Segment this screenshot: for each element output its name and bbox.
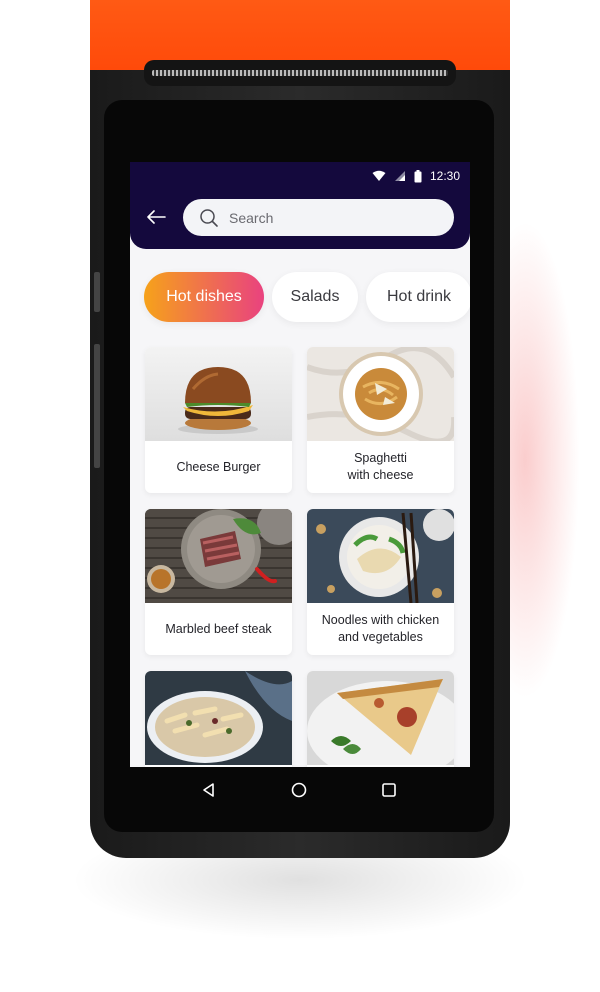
dish-card-beef-steak[interactable]: Marbled beef steak [145, 509, 292, 655]
side-button-top[interactable] [94, 272, 100, 312]
printer-slot [144, 60, 456, 86]
back-button[interactable] [144, 207, 168, 231]
nav-home-button[interactable] [289, 782, 309, 802]
dish-name: Marbled beef steak [165, 621, 272, 636]
dish-image-steak [145, 509, 292, 603]
tab-hot-drink[interactable]: Hot drink [366, 272, 470, 322]
dish-image-pasta [145, 671, 292, 765]
tab-hot-dishes[interactable]: Hot dishes [144, 272, 264, 322]
nav-recents-button[interactable] [379, 782, 399, 802]
dish-image-pizza [307, 671, 454, 765]
dish-name: Noodles with chicken and vegetables [321, 613, 440, 644]
dish-card-cheese-burger[interactable]: Cheese Burger [145, 347, 292, 493]
triangle-back-icon [201, 782, 217, 803]
side-button-volume[interactable] [94, 344, 100, 468]
arrow-left-icon [146, 209, 166, 229]
square-recents-icon [381, 782, 397, 803]
system-nav-bar [104, 767, 494, 817]
dish-card-noodles[interactable]: Noodles with chicken and vegetables [307, 509, 454, 655]
search-icon [199, 208, 219, 228]
battery-icon [414, 169, 422, 183]
dish-name: Cheese Burger [176, 459, 261, 474]
circle-home-icon [291, 782, 307, 803]
dish-card-pizza[interactable] [307, 671, 454, 767]
app-header: 12:30 [130, 162, 470, 249]
status-time: 12:30 [429, 169, 460, 183]
nav-back-button[interactable] [199, 782, 219, 802]
dish-image-noodles [307, 509, 454, 603]
search-input[interactable] [227, 208, 431, 227]
signal-icon [394, 170, 406, 182]
dish-image-burger [145, 347, 292, 441]
dish-card-spaghetti[interactable]: Spaghetti with cheese [307, 347, 454, 493]
category-tabs: Hot dishes Salads Hot drink [144, 272, 470, 322]
dish-card-pasta[interactable] [145, 671, 292, 767]
dish-image-spaghetti [307, 347, 454, 441]
printer-teeth [152, 70, 448, 76]
status-bar: 12:30 [372, 168, 460, 184]
search-bar[interactable] [183, 199, 454, 236]
tab-salads[interactable]: Salads [272, 272, 358, 322]
wifi-icon [372, 170, 386, 182]
app-screen: 12:30 Hot dishes Salads Hot drink [130, 162, 470, 767]
dish-name: Spaghetti with cheese [347, 451, 414, 482]
